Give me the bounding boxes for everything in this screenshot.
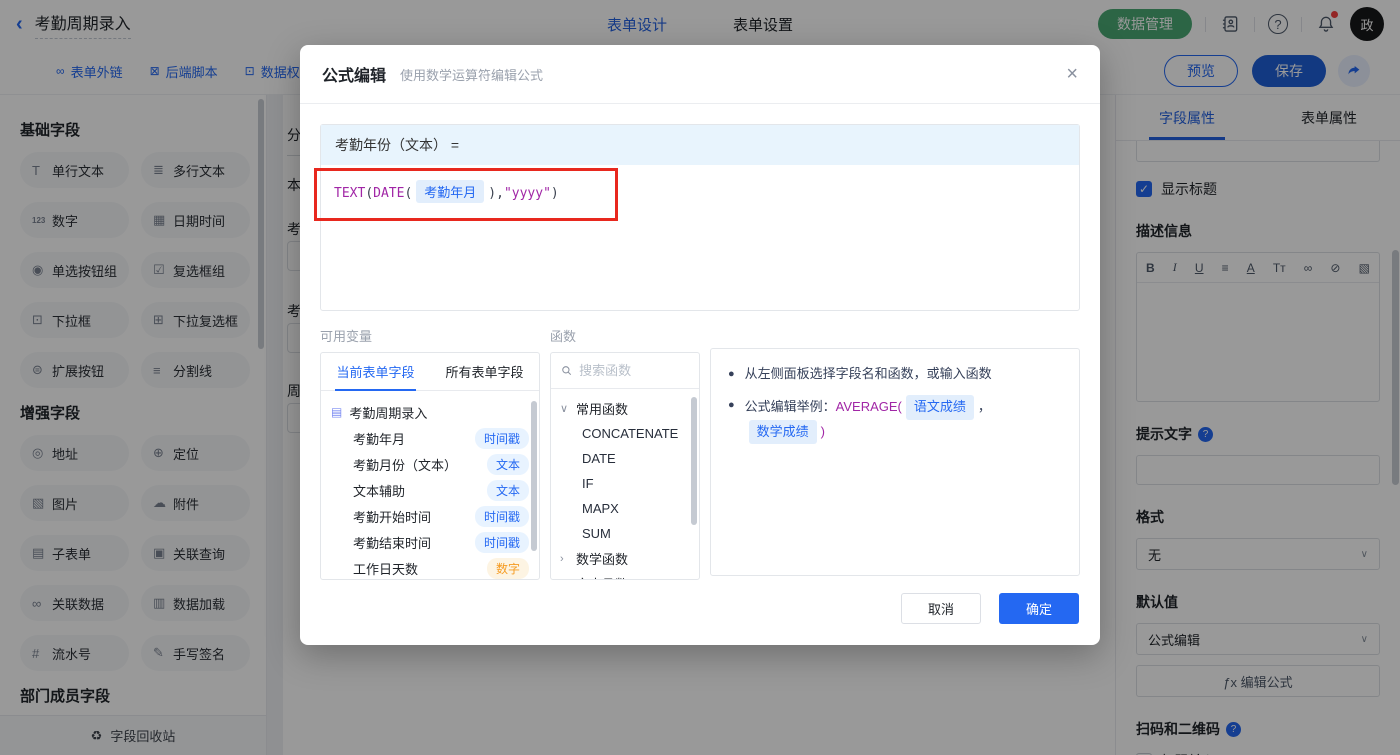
variables-column: 可用变量 当前表单字段 所有表单字段 ▤ 考勤周期录入 考勤年月 时间戳 考勤月… [320, 326, 540, 580]
variable-row[interactable]: 工作日天数 数字 [331, 555, 529, 579]
func-item[interactable]: DATE [560, 446, 690, 471]
func-item[interactable]: CONCATENATE [560, 421, 690, 446]
func-item[interactable]: MAPX [560, 496, 690, 521]
modal-subtitle: 使用数学运算符编辑公式 [400, 67, 544, 83]
cancel-button[interactable]: 取消 [901, 593, 981, 624]
tab-all-form-fields[interactable]: 所有表单字段 [430, 353, 539, 390]
functions-column: 函数 ∨ 常用函数 [550, 326, 700, 580]
function-search-input[interactable] [579, 363, 689, 378]
modal-panels: 可用变量 当前表单字段 所有表单字段 ▤ 考勤周期录入 考勤年月 时间戳 考勤月… [320, 326, 1080, 580]
app-root: ‹ 考勤周期录入 表单设计 表单设置 数据管理 ? 政 ∞ 表单外链 ⊠ 后端脚… [0, 0, 1400, 755]
functions-panel: ∨ 常用函数 CONCATENATE DATE IF MAPX SUM › 数学… [550, 352, 700, 580]
modal-title: 公式编辑 [322, 68, 387, 85]
variables-tree: ▤ 考勤周期录入 考勤年月 时间戳 考勤月份（文本） 文本 文本辅助 文本 考勤开始时… [321, 391, 539, 579]
functions-scrollbar[interactable] [691, 397, 697, 525]
variables-panel: 当前表单字段 所有表单字段 ▤ 考勤周期录入 考勤年月 时间戳 考勤月份（文本）文… [320, 352, 540, 580]
formula-token-string: "yyyy" [503, 186, 551, 201]
formula-variable-chip[interactable]: 考勤年月 [416, 180, 485, 203]
formula-edit-modal: 公式编辑 使用数学运算符编辑公式 × 考勤年份（文本） = TEXT(DATE(… [300, 45, 1100, 645]
type-badge: 时间戳 [474, 531, 529, 553]
variable-row[interactable]: 考勤开始时间 时间戳 [331, 503, 529, 529]
type-badge: 数字 [486, 557, 529, 579]
variable-row[interactable]: 考勤月份（文本） 文本 [331, 451, 529, 477]
tip-line: ● 从左侧面板选择字段名和函数，或输入函数 [728, 366, 992, 381]
variables-scrollbar[interactable] [531, 401, 537, 551]
tips-spacer [710, 326, 1080, 341]
confirm-button[interactable]: 确定 [999, 593, 1079, 624]
search-icon [562, 366, 572, 376]
example-func: AVERAGE( [835, 398, 902, 414]
caret-right-icon: › [560, 578, 570, 580]
modal-footer: 取消 确定 [901, 593, 1079, 624]
formula-box: 考勤年份（文本） = TEXT(DATE(考勤年月),"yyyy") [314, 124, 1080, 311]
func-group-math[interactable]: › 数学函数 [560, 546, 690, 571]
func-group-text[interactable]: › 文本函数 [560, 571, 690, 580]
formula-editor[interactable]: TEXT(DATE(考勤年月),"yyyy") [321, 165, 1079, 310]
tree-root-form[interactable]: ▤ 考勤周期录入 [331, 399, 529, 425]
form-doc-icon: ▤ [331, 405, 343, 419]
close-icon[interactable]: × [1066, 64, 1078, 84]
type-badge: 文本 [486, 479, 529, 501]
functions-tree: ∨ 常用函数 CONCATENATE DATE IF MAPX SUM › 数学… [551, 389, 699, 580]
formula-token-text: TEXT [334, 186, 366, 201]
example-variable-chip: 数学成绩 [748, 419, 817, 445]
tip-example-line: ● 公式编辑举例：AVERAGE(语文成绩 ，数学成绩) [728, 394, 1062, 445]
caret-right-icon: › [560, 552, 564, 565]
function-search [551, 353, 699, 389]
modal-body: 考勤年份（文本） = TEXT(DATE(考勤年月),"yyyy") 可用变量 … [300, 104, 1100, 645]
caret-down-icon: ∨ [560, 403, 569, 415]
formula-result-field: 考勤年份（文本） = [321, 125, 1079, 165]
tips-column: ● 从左侧面板选择字段名和函数，或输入函数 ● 公式编辑举例：AVERAGE(语… [710, 326, 1080, 580]
tab-current-form-fields[interactable]: 当前表单字段 [321, 353, 430, 391]
type-badge: 时间戳 [474, 505, 529, 527]
tips-panel: ● 从左侧面板选择字段名和函数，或输入函数 ● 公式编辑举例：AVERAGE(语… [710, 348, 1080, 576]
type-badge: 文本 [486, 453, 529, 475]
func-item[interactable]: SUM [560, 521, 690, 546]
type-badge: 时间戳 [474, 427, 529, 449]
func-group-common[interactable]: ∨ 常用函数 [560, 396, 690, 421]
variables-label: 可用变量 [320, 329, 373, 344]
func-item[interactable]: IF [560, 471, 690, 496]
functions-label: 函数 [550, 329, 577, 344]
variables-tabs: 当前表单字段 所有表单字段 [321, 353, 539, 391]
variable-row[interactable]: 考勤结束时间 时间戳 [331, 529, 529, 555]
variable-row[interactable]: 文本辅助 文本 [331, 477, 529, 503]
variable-row[interactable]: 考勤年月 时间戳 [331, 425, 529, 451]
formula-token-date: DATE [373, 186, 405, 201]
modal-header: 公式编辑 使用数学运算符编辑公式 × [300, 45, 1100, 104]
example-variable-chip: 语文成绩 [905, 394, 974, 420]
